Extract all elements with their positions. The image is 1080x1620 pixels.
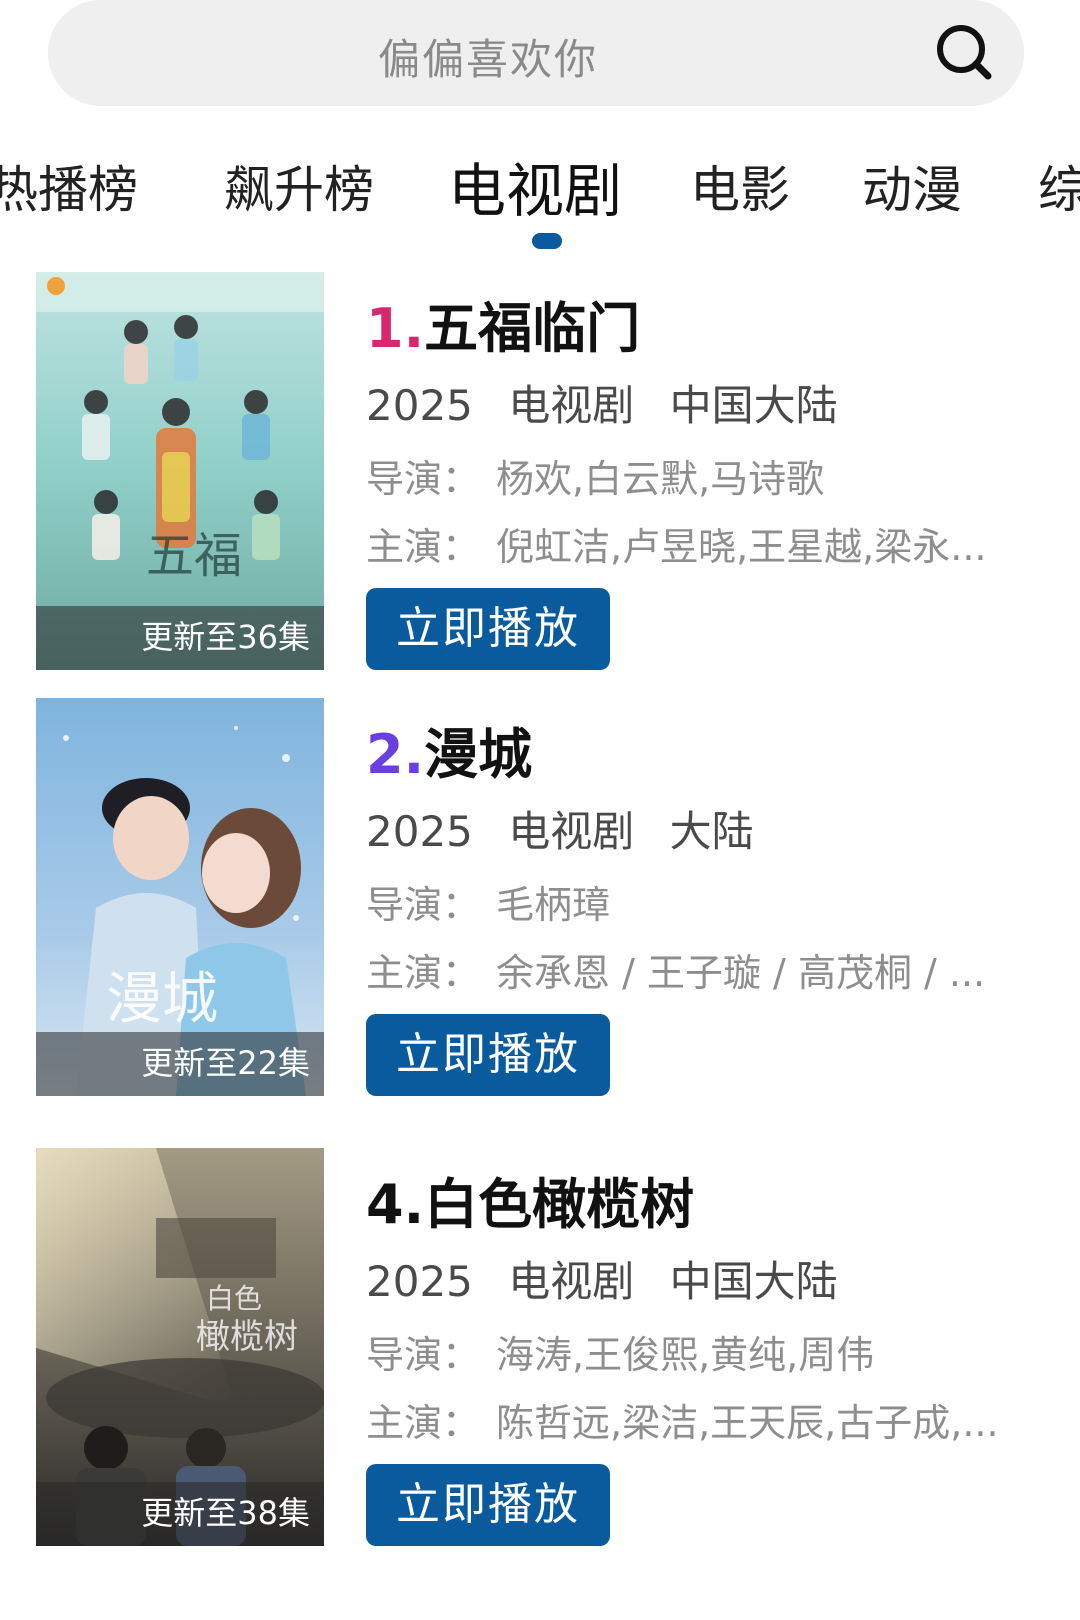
svg-text:五福: 五福 bbox=[146, 528, 242, 584]
list-item[interactable]: 白色 橄榄树 更新至38集 4.白色橄榄树 2025 电视剧 中国大陆 导演：海… bbox=[0, 1148, 1080, 1548]
play-now-button[interactable]: 立即播放 bbox=[366, 1014, 610, 1096]
item-title[interactable]: 4.白色橄榄树 bbox=[366, 1160, 694, 1239]
tab-variety[interactable]: 综 bbox=[1038, 150, 1080, 222]
directors-line: 导演： 海涛,王俊熙,黄纯,周伟 bbox=[366, 1324, 1016, 1379]
play-now-button[interactable]: 立即播放 bbox=[366, 588, 610, 670]
cast-label: 主演： bbox=[366, 1401, 481, 1445]
episode-badge: 更新至38集 bbox=[141, 1494, 310, 1532]
region: 大陆 bbox=[669, 807, 754, 856]
tab-anime[interactable]: 动漫 bbox=[862, 150, 962, 222]
rank-number: 4. bbox=[366, 1173, 425, 1236]
cast-line: 主演： 陈哲远,梁洁,王天辰,古子成,... bbox=[366, 1392, 1016, 1447]
play-now-button[interactable]: 立即播放 bbox=[366, 1464, 610, 1546]
search-input[interactable]: 偏偏喜欢你 bbox=[378, 26, 598, 87]
list-item[interactable]: 五福 更新至36集 1.五福临门 2025 电视剧 中国大陆 导演： 杨欢,白云默… bbox=[0, 272, 1080, 672]
directors-line: 导演： 杨欢,白云默,马诗歌 bbox=[366, 448, 1016, 503]
category-tabs: 热播榜 飙升榜 电视剧 电影 动漫 综 bbox=[0, 140, 1080, 250]
cast-label: 主演： bbox=[366, 525, 481, 569]
cast-line: 主演： 余承恩 / 王子璇 / 高茂桐 / ... bbox=[366, 942, 1016, 997]
directors: 海涛,王俊熙,黄纯,周伟 bbox=[496, 1333, 875, 1377]
tab-rising[interactable]: 飙升榜 bbox=[224, 150, 374, 222]
item-meta: 2025 电视剧 大陆 bbox=[366, 798, 776, 859]
director-label: 导演： bbox=[366, 457, 481, 501]
director-label: 导演： bbox=[366, 883, 481, 927]
directors: 杨欢,白云默,马诗歌 bbox=[496, 457, 825, 501]
cast: 倪虹洁,卢昱晓,王星越,梁永... bbox=[496, 525, 987, 569]
item-meta: 2025 电视剧 中国大陆 bbox=[366, 372, 860, 433]
region: 中国大陆 bbox=[669, 1257, 838, 1306]
item-meta: 2025 电视剧 中国大陆 bbox=[366, 1248, 860, 1309]
cast-label: 主演： bbox=[366, 951, 481, 995]
item-title[interactable]: 2.漫城 bbox=[366, 710, 532, 789]
rank-number: 2. bbox=[366, 723, 425, 786]
director-label: 导演： bbox=[366, 1333, 481, 1377]
poster-image[interactable]: 白色 橄榄树 更新至38集 bbox=[36, 1148, 324, 1546]
svg-text:漫城: 漫城 bbox=[106, 967, 218, 1032]
cast: 陈哲远,梁洁,王天辰,古子成,... bbox=[496, 1401, 999, 1445]
category: 电视剧 bbox=[508, 1257, 635, 1306]
title-text: 漫城 bbox=[424, 723, 533, 786]
search-icon[interactable] bbox=[932, 20, 998, 86]
directors-line: 导演： 毛柄璋 bbox=[366, 874, 1016, 929]
tab-hot[interactable]: 热播榜 bbox=[0, 150, 138, 222]
title-text: 白色橄榄树 bbox=[424, 1173, 695, 1236]
tab-tv-series[interactable]: 电视剧 bbox=[448, 144, 622, 228]
region: 中国大陆 bbox=[669, 381, 838, 430]
category: 电视剧 bbox=[508, 381, 635, 430]
rank-number: 1. bbox=[366, 297, 425, 360]
directors: 毛柄璋 bbox=[496, 883, 611, 927]
svg-text:橄榄树: 橄榄树 bbox=[196, 1317, 298, 1357]
category: 电视剧 bbox=[508, 807, 635, 856]
list-item[interactable]: 漫城 更新至22集 2.漫城 2025 电视剧 大陆 导演： 毛柄璋 主演： 余承恩… bbox=[0, 698, 1080, 1098]
cast-line: 主演： 倪虹洁,卢昱晓,王星越,梁永... bbox=[366, 516, 1016, 571]
item-title[interactable]: 1.五福临门 bbox=[366, 284, 640, 363]
episode-badge: 更新至22集 bbox=[141, 1044, 310, 1082]
title-text: 五福临门 bbox=[424, 297, 641, 360]
year: 2025 bbox=[366, 807, 473, 856]
year: 2025 bbox=[366, 381, 473, 430]
poster-image[interactable]: 漫城 更新至22集 bbox=[36, 698, 324, 1096]
tab-movies[interactable]: 电影 bbox=[690, 150, 790, 222]
poster-image[interactable]: 五福 更新至36集 bbox=[36, 272, 324, 670]
cast: 余承恩 / 王子璇 / 高茂桐 / ... bbox=[496, 951, 986, 995]
episode-badge: 更新至36集 bbox=[141, 618, 310, 656]
active-tab-indicator bbox=[532, 233, 562, 249]
svg-text:白色: 白色 bbox=[206, 1282, 262, 1315]
year: 2025 bbox=[366, 1257, 473, 1306]
search-bar[interactable]: 偏偏喜欢你 bbox=[48, 0, 1024, 106]
